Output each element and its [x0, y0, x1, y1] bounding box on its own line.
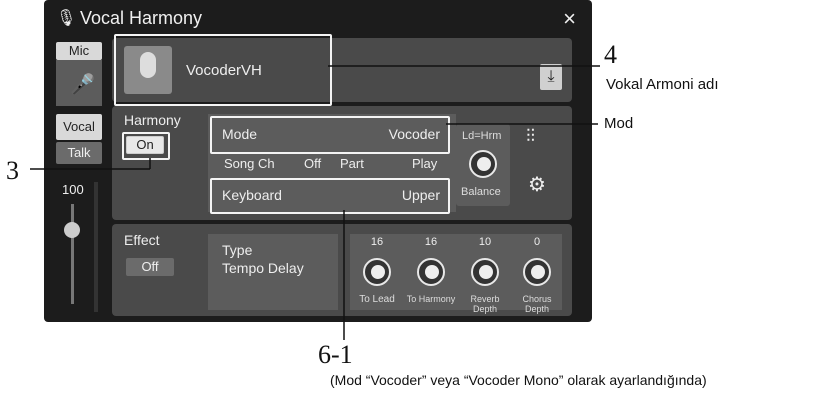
callout-3-number: 3 [6, 156, 19, 185]
callout-mod-text: Mod [604, 115, 634, 132]
callout-4-number: 4 [604, 40, 617, 69]
callout-6-1-number: 6-1 [318, 340, 353, 369]
annotation-lines [30, 65, 600, 340]
callout-6-1-text: (Mod “Vocoder” veya “Vocoder Mono” olara… [330, 372, 707, 388]
callout-4-text: Vokal Armoni adı [606, 76, 719, 93]
